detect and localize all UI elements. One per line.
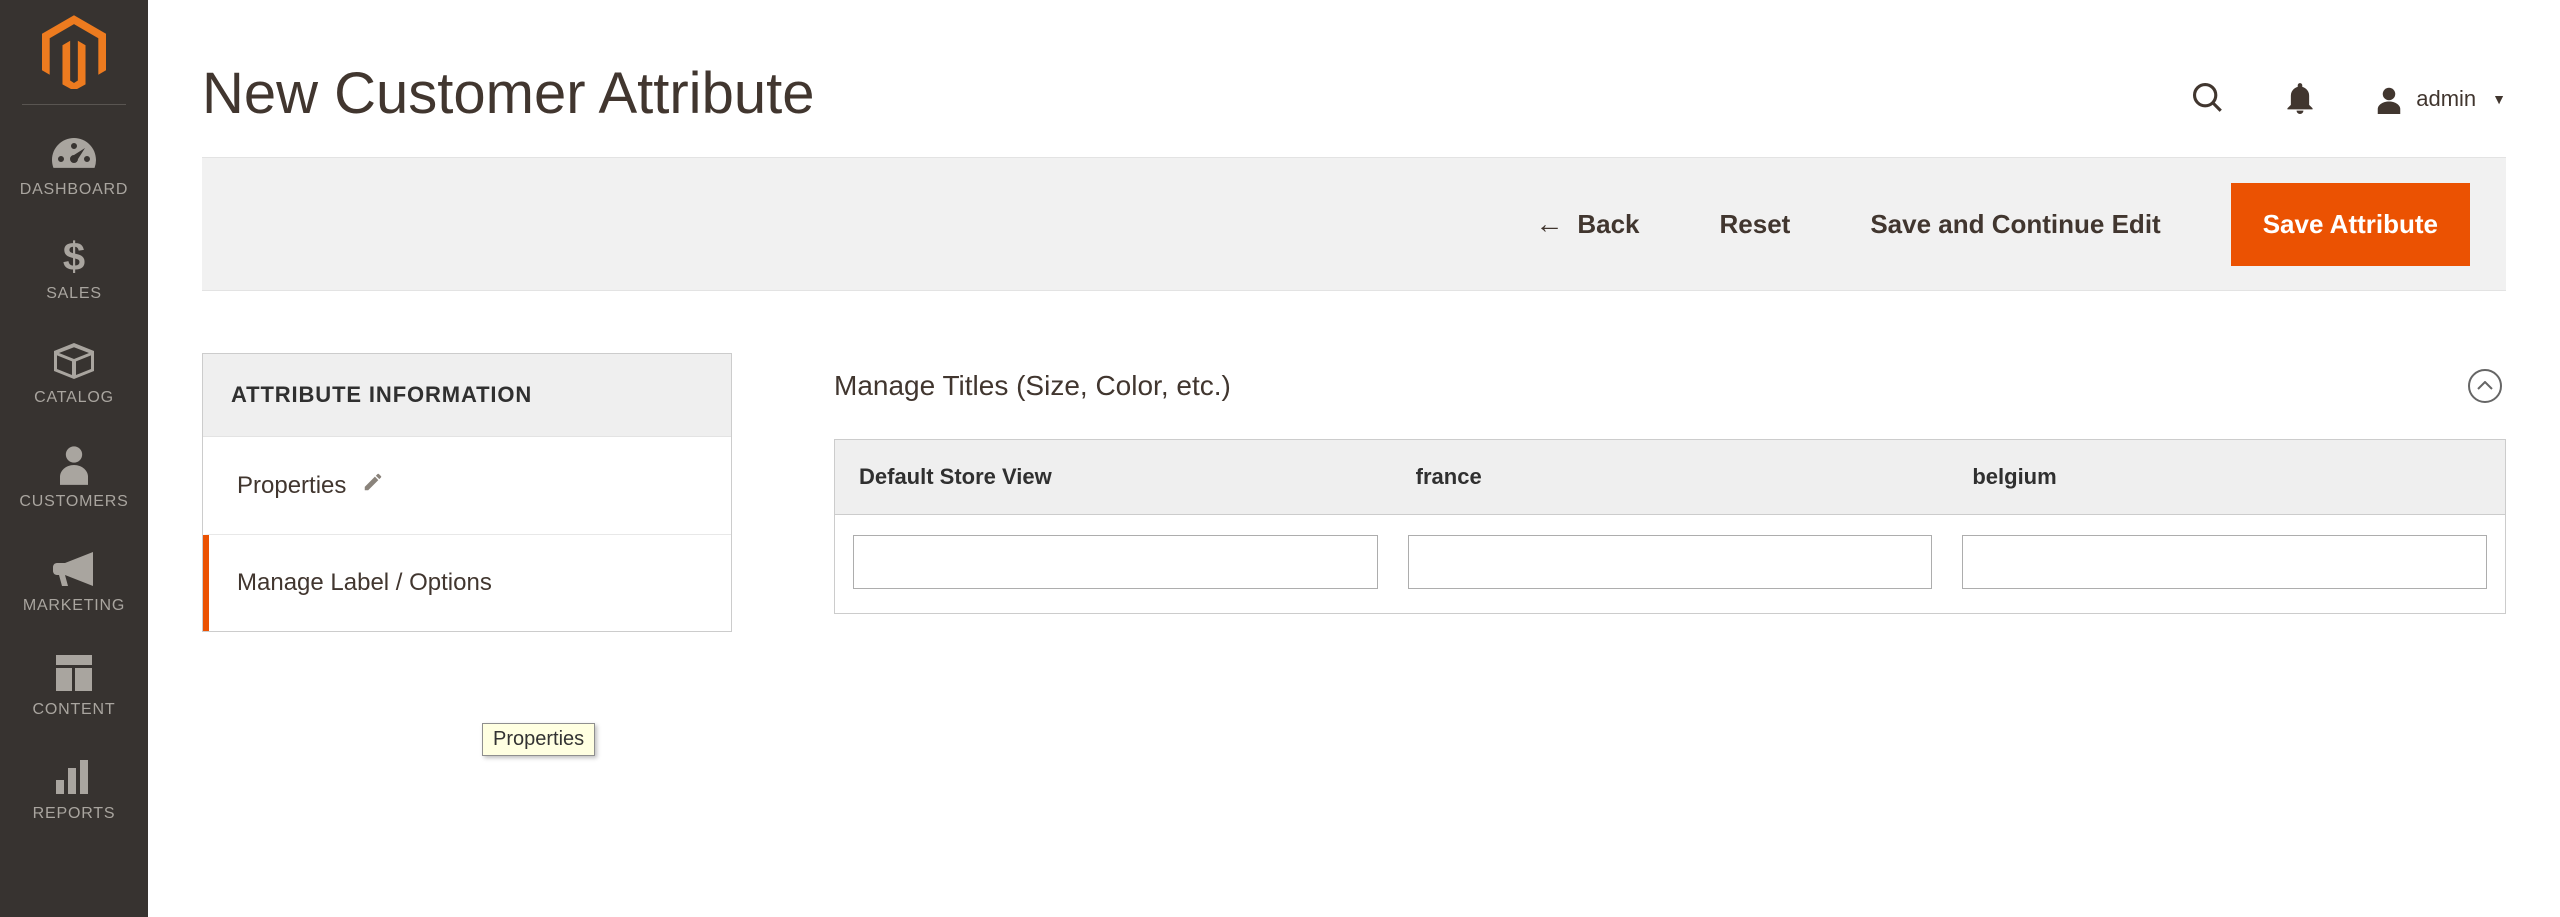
section-title: Manage Titles (Size, Color, etc.) bbox=[834, 370, 1231, 402]
sidebar-item-reports[interactable]: REPORTS bbox=[0, 739, 148, 843]
arrow-left-icon: ← bbox=[1535, 208, 1563, 240]
sidebar-label: DASHBOARD bbox=[20, 181, 129, 199]
gauge-icon bbox=[52, 133, 96, 173]
attribute-info-panel: ATTRIBUTE INFORMATION Properties Manage … bbox=[202, 353, 732, 632]
tab-properties[interactable]: Properties bbox=[203, 437, 731, 535]
search-icon bbox=[2191, 81, 2225, 118]
sidebar-item-dashboard[interactable]: DASHBOARD bbox=[0, 115, 148, 219]
main-column: New Customer Attribute admin bbox=[148, 0, 2560, 917]
action-bar: ← Back Reset Save and Continue Edit Save… bbox=[202, 157, 2506, 291]
sidebar-label: MARKETING bbox=[23, 597, 125, 615]
search-button[interactable] bbox=[2190, 81, 2226, 117]
page-header: New Customer Attribute admin bbox=[148, 0, 2560, 157]
tab-manage-label-label: Manage Label / Options bbox=[237, 569, 492, 597]
save-attribute-button[interactable]: Save Attribute bbox=[2231, 183, 2470, 266]
col-header-france: france bbox=[1392, 440, 1949, 514]
back-button-label: Back bbox=[1577, 209, 1639, 240]
bar-chart-icon bbox=[56, 757, 92, 797]
page-title: New Customer Attribute bbox=[202, 60, 814, 127]
attribute-info-header: ATTRIBUTE INFORMATION bbox=[203, 354, 731, 437]
right-content: Manage Titles (Size, Color, etc.) Defaul… bbox=[834, 353, 2506, 614]
titles-table: Default Store View france belgium bbox=[834, 439, 2506, 614]
sidebar-item-content[interactable]: CONTENT bbox=[0, 635, 148, 739]
action-bar-inner: ← Back Reset Save and Continue Edit Save… bbox=[1525, 183, 2470, 266]
sidebar-item-marketing[interactable]: MARKETING bbox=[0, 531, 148, 635]
magento-logo[interactable] bbox=[0, 0, 148, 104]
save-continue-button[interactable]: Save and Continue Edit bbox=[1860, 195, 2170, 254]
box-icon bbox=[54, 341, 94, 381]
side-panel-wrapper: ATTRIBUTE INFORMATION Properties Manage … bbox=[202, 353, 732, 632]
title-input-default-store[interactable] bbox=[853, 535, 1378, 589]
person-icon bbox=[60, 445, 88, 485]
svg-text:$: $ bbox=[63, 237, 85, 277]
sidebar-label: CATALOG bbox=[34, 389, 114, 407]
tab-properties-label: Properties bbox=[237, 472, 346, 500]
chevron-up-icon bbox=[2477, 381, 2493, 391]
col-header-belgium: belgium bbox=[1948, 440, 2505, 514]
save-attribute-label: Save Attribute bbox=[2263, 209, 2438, 239]
col-header-default-store: Default Store View bbox=[835, 440, 1392, 514]
titles-body-row bbox=[835, 515, 2505, 613]
user-icon bbox=[2374, 84, 2404, 114]
reset-button[interactable]: Reset bbox=[1710, 195, 1801, 254]
bell-icon bbox=[2286, 82, 2314, 117]
titles-header-row: Default Store View france belgium bbox=[835, 440, 2505, 515]
tooltip-properties: Properties bbox=[482, 723, 595, 756]
admin-sidebar: DASHBOARD $ SALES CATALOG CUSTOMERS MARK… bbox=[0, 0, 148, 917]
sidebar-divider bbox=[22, 104, 126, 105]
save-continue-label: Save and Continue Edit bbox=[1870, 209, 2160, 240]
sidebar-label: CUSTOMERS bbox=[19, 493, 128, 511]
tab-manage-label[interactable]: Manage Label / Options bbox=[203, 535, 731, 631]
notifications-button[interactable] bbox=[2282, 81, 2318, 117]
title-input-belgium[interactable] bbox=[1962, 535, 2487, 589]
app-root: DASHBOARD $ SALES CATALOG CUSTOMERS MARK… bbox=[0, 0, 2560, 917]
sidebar-label: CONTENT bbox=[33, 701, 116, 719]
admin-user-name: admin bbox=[2416, 86, 2476, 112]
layout-icon bbox=[56, 653, 92, 693]
sidebar-label: SALES bbox=[46, 285, 102, 303]
sidebar-item-sales[interactable]: $ SALES bbox=[0, 219, 148, 323]
sidebar-item-customers[interactable]: CUSTOMERS bbox=[0, 427, 148, 531]
collapse-section-button[interactable] bbox=[2468, 369, 2502, 403]
sidebar-label: REPORTS bbox=[33, 805, 116, 823]
action-bar-wrap: ← Back Reset Save and Continue Edit Save… bbox=[148, 157, 2560, 291]
admin-user-menu[interactable]: admin ▼ bbox=[2374, 84, 2506, 114]
caret-down-icon: ▼ bbox=[2492, 91, 2506, 107]
content-row: ATTRIBUTE INFORMATION Properties Manage … bbox=[148, 291, 2560, 632]
section-header: Manage Titles (Size, Color, etc.) bbox=[834, 353, 2506, 439]
sidebar-item-catalog[interactable]: CATALOG bbox=[0, 323, 148, 427]
reset-button-label: Reset bbox=[1720, 209, 1791, 240]
header-actions: admin ▼ bbox=[2190, 81, 2506, 127]
magento-logo-icon bbox=[42, 15, 106, 89]
megaphone-icon bbox=[53, 549, 95, 589]
side-panel-items: Properties Manage Label / Options bbox=[203, 437, 731, 631]
title-input-france[interactable] bbox=[1408, 535, 1933, 589]
pencil-icon bbox=[362, 471, 384, 500]
dollar-icon: $ bbox=[60, 237, 88, 277]
back-button[interactable]: ← Back bbox=[1525, 194, 1649, 254]
